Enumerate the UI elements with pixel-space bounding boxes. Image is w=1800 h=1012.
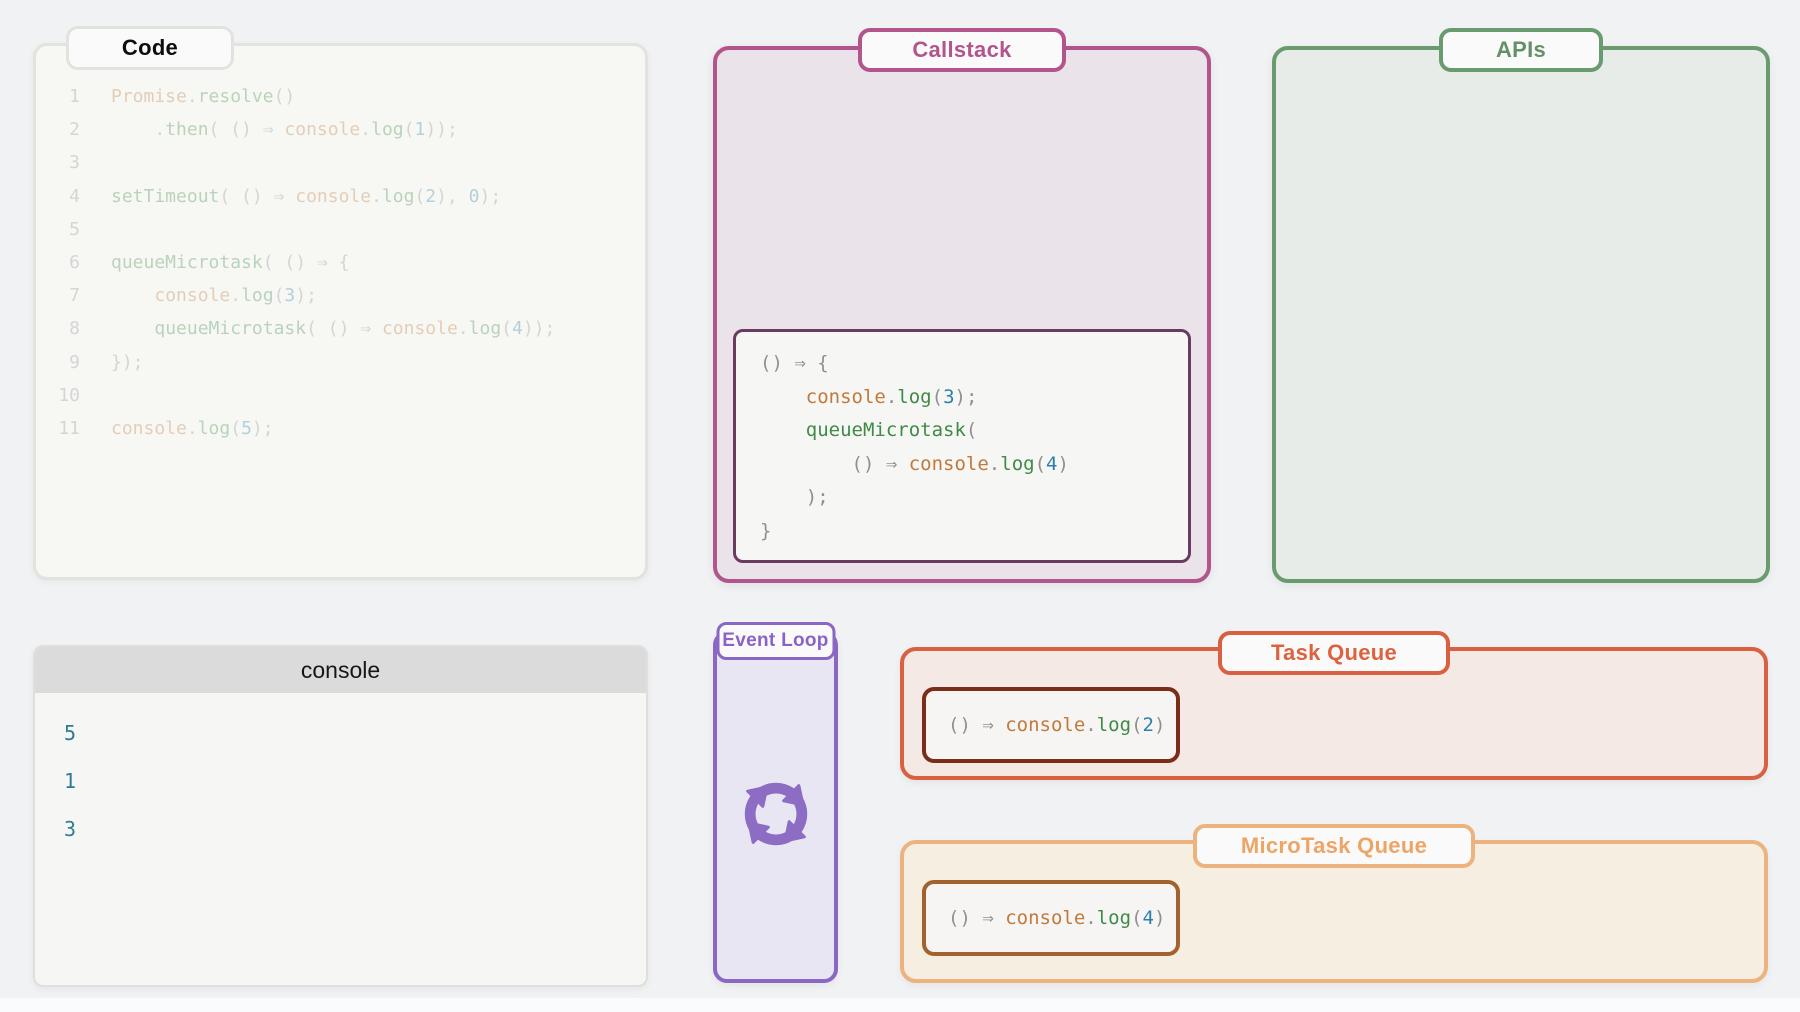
line-number: 3 xyxy=(36,146,80,179)
code-line: 11console.log(5); xyxy=(36,412,631,445)
line-number: 6 xyxy=(36,246,80,279)
line-number: 2 xyxy=(36,113,80,146)
line-number: 10 xyxy=(36,379,80,412)
code-panel-title: Code xyxy=(122,35,178,61)
event-loop-panel-tab: Event Loop xyxy=(716,622,835,660)
code-line: ); xyxy=(760,481,1188,515)
task-queue-panel-title: Task Queue xyxy=(1271,640,1397,666)
console-header: console xyxy=(35,647,646,693)
code-line: } xyxy=(760,515,1188,549)
code-line: () ⇒ console.log(4) xyxy=(948,907,1165,929)
callstack-panel-title: Callstack xyxy=(912,37,1011,63)
console-panel: console 5 1 3 xyxy=(33,645,648,987)
console-entry: 5 xyxy=(64,721,646,745)
task-queue-item-code: () ⇒ console.log(2) xyxy=(948,714,1165,736)
event-loop-panel-title: Event Loop xyxy=(722,630,828,652)
code-line: 7 console.log(3); xyxy=(36,279,631,312)
event-loop-visualizer: Code 1Promise.resolve()2 .then( () ⇒ con… xyxy=(0,0,1800,1012)
line-number: 9 xyxy=(36,346,80,379)
line-number: 5 xyxy=(36,213,80,246)
line-number: 11 xyxy=(36,412,80,445)
code-line: queueMicrotask( xyxy=(760,414,1188,448)
event-loop-panel: Event Loop xyxy=(713,631,838,983)
code-line: () ⇒ console.log(2) xyxy=(948,714,1165,736)
code-line: 4setTimeout( () ⇒ console.log(2), 0); xyxy=(36,180,631,213)
apis-panel: APIs xyxy=(1272,46,1770,583)
callstack-frame: () ⇒ { console.log(3); queueMicrotask( (… xyxy=(733,329,1191,563)
console-entry: 1 xyxy=(64,769,646,793)
code-line: () ⇒ { xyxy=(760,347,1188,381)
code-line: 5 xyxy=(36,213,631,246)
line-number: 8 xyxy=(36,312,80,345)
line-number: 1 xyxy=(36,80,80,113)
code-line: 6queueMicrotask( () ⇒ { xyxy=(36,246,631,279)
page-bottom-strip xyxy=(0,998,1800,1012)
code-line: 1Promise.resolve() xyxy=(36,80,631,113)
code-line: 10 xyxy=(36,379,631,412)
line-number: 4 xyxy=(36,180,80,213)
task-queue-panel: Task Queue () ⇒ console.log(2) xyxy=(900,647,1768,780)
code-panel: Code 1Promise.resolve()2 .then( () ⇒ con… xyxy=(33,43,648,580)
code-panel-tab: Code xyxy=(66,26,234,70)
line-number: 7 xyxy=(36,279,80,312)
microtask-queue-panel-title: MicroTask Queue xyxy=(1241,833,1427,859)
console-entry: 3 xyxy=(64,817,646,841)
code-line: 8 queueMicrotask( () ⇒ console.log(4)); xyxy=(36,312,631,345)
microtask-queue-item: () ⇒ console.log(4) xyxy=(922,880,1180,956)
task-queue-item: () ⇒ console.log(2) xyxy=(922,687,1180,763)
apis-panel-tab: APIs xyxy=(1439,28,1603,72)
console-output: 5 1 3 xyxy=(35,693,646,841)
code-editor: 1Promise.resolve()2 .then( () ⇒ console.… xyxy=(36,46,645,445)
code-line: () ⇒ console.log(4) xyxy=(760,448,1188,482)
callstack-frame-code: () ⇒ { console.log(3); queueMicrotask( (… xyxy=(760,347,1188,548)
callstack-panel-tab: Callstack xyxy=(858,28,1066,72)
apis-panel-title: APIs xyxy=(1496,37,1546,63)
code-line: 3 xyxy=(36,146,631,179)
code-line: console.log(3); xyxy=(760,381,1188,415)
microtask-queue-item-code: () ⇒ console.log(4) xyxy=(948,907,1165,929)
task-queue-panel-tab: Task Queue xyxy=(1218,631,1450,675)
code-line: 2 .then( () ⇒ console.log(1)); xyxy=(36,113,631,146)
code-line: 9}); xyxy=(36,346,631,379)
cycle-arrows-icon xyxy=(724,765,828,863)
callstack-panel: Callstack () ⇒ { console.log(3); queueMi… xyxy=(713,46,1211,583)
microtask-queue-panel-tab: MicroTask Queue xyxy=(1193,824,1475,868)
microtask-queue-panel: MicroTask Queue () ⇒ console.log(4) xyxy=(900,840,1768,983)
